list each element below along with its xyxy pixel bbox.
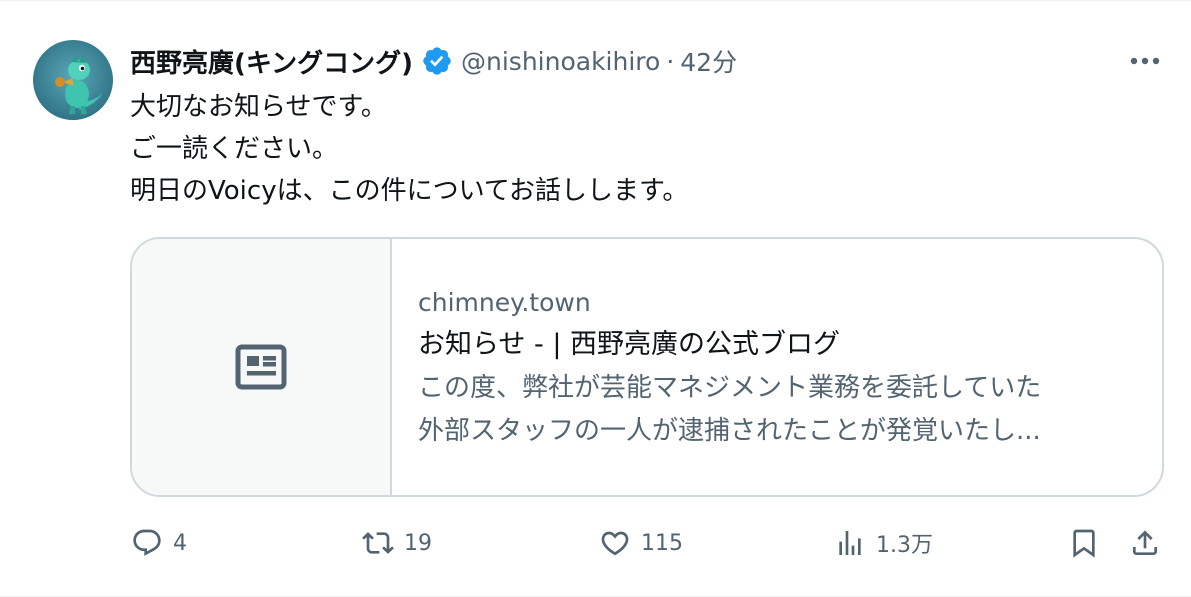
- avatar[interactable]: [33, 40, 113, 120]
- link-card-description: この度、弊社が芸能マネジメント業務を委託していた 外部スタッフの一人が逮捕された…: [418, 367, 1162, 453]
- reply-button[interactable]: 4: [131, 521, 187, 565]
- tweet-text-line: ご一読ください。: [130, 134, 339, 164]
- share-button[interactable]: [1129, 521, 1161, 565]
- like-button[interactable]: 115: [599, 521, 683, 565]
- views-button[interactable]: 1.3万: [834, 521, 933, 565]
- separator-dot: ·: [666, 46, 675, 76]
- link-card-domain: chimney.town: [418, 288, 591, 317]
- link-card-description-line: 外部スタッフの一人が逮捕されたことが発覚いたし...: [418, 416, 1041, 446]
- link-card[interactable]: chimney.town お知らせ - | 西野亮廣の公式ブログ この度、弊社が…: [130, 237, 1164, 497]
- heart-icon: [599, 527, 631, 559]
- share-icon: [1129, 527, 1161, 559]
- verified-badge-icon[interactable]: [421, 45, 453, 77]
- tweet-text: 大切なお知らせです。 ご一読ください。 明日のVoicyは、この件についてお話し…: [130, 86, 688, 212]
- tweet[interactable]: 西野亮廣(キングコング) @nishinoakihiro · 42分 大切なお知…: [0, 0, 1191, 597]
- link-card-body: chimney.town お知らせ - | 西野亮廣の公式ブログ この度、弊社が…: [392, 239, 1162, 495]
- views-count: 1.3万: [876, 533, 933, 558]
- link-card-title: お知らせ - | 西野亮廣の公式ブログ: [418, 329, 841, 360]
- reply-icon: [131, 527, 163, 559]
- link-card-thumbnail: [132, 239, 392, 495]
- handle[interactable]: @nishinoakihiro: [461, 47, 660, 76]
- tweet-text-line: 明日のVoicyは、この件についてお話しします。: [130, 176, 689, 206]
- article-icon: [235, 344, 287, 390]
- views-chart-icon: [834, 527, 866, 559]
- action-bar: 4 19 115 1.3万: [0, 521, 1191, 565]
- bookmark-button[interactable]: [1068, 521, 1100, 565]
- more-options-button[interactable]: [1123, 43, 1167, 79]
- avatar-dinosaur-icon: [33, 40, 113, 120]
- link-card-description-line: この度、弊社が芸能マネジメント業務を委託していた: [418, 373, 1042, 403]
- timestamp[interactable]: 42分: [680, 43, 737, 79]
- more-horizontal-icon: [1130, 57, 1160, 65]
- display-name[interactable]: 西野亮廣(キングコング): [130, 43, 413, 80]
- bookmark-icon: [1068, 527, 1100, 559]
- retweet-button[interactable]: 19: [362, 521, 432, 565]
- retweet-count: 19: [404, 530, 432, 556]
- retweet-icon: [362, 527, 394, 559]
- tweet-header: 西野亮廣(キングコング) @nishinoakihiro · 42分: [130, 41, 737, 81]
- like-count: 115: [641, 530, 683, 556]
- reply-count: 4: [173, 530, 187, 556]
- tweet-text-line: 大切なお知らせです。: [130, 92, 387, 122]
